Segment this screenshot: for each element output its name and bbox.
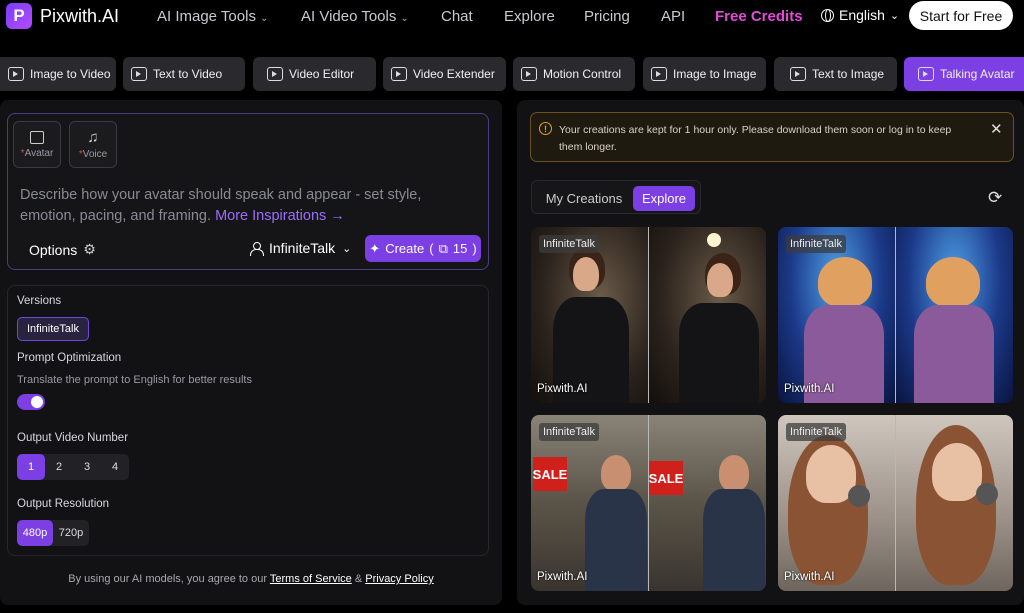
prompt-optimization-label: Prompt Optimization [17, 352, 122, 364]
tool-text-to-image[interactable]: Text to Image [774, 57, 897, 91]
privacy-link[interactable]: Privacy Policy [365, 573, 433, 585]
output-number-2[interactable]: 2 [45, 454, 73, 480]
avatar-upload-button[interactable]: *Avatar [13, 121, 61, 168]
image-add-icon [30, 130, 44, 144]
sparkle-icon: ✦ [369, 240, 381, 256]
motion-control-icon [521, 67, 537, 81]
options-button[interactable]: Options ⚙ [29, 241, 96, 258]
chevron-down-icon: ⌄ [400, 13, 409, 24]
chevron-down-icon: ⌄ [889, 9, 900, 22]
gallery-card-wine[interactable]: InfiniteTalk Pixwith.AI [531, 227, 766, 403]
video-editor-icon [267, 67, 283, 81]
video-extender-icon [391, 67, 407, 81]
resolution-480p[interactable]: 480p [17, 520, 53, 546]
prompt-optimization-desc: Translate the prompt to English for bett… [17, 374, 252, 386]
model-tag: InfiniteTalk [539, 423, 599, 441]
tool-text-to-video[interactable]: Text to Video [123, 57, 245, 91]
close-icon[interactable]: ✕ [990, 120, 1003, 138]
terms-link[interactable]: Terms of Service [270, 573, 352, 585]
tool-talking-avatar[interactable]: Talking Avatar [904, 57, 1024, 91]
sale-sign: SALE [533, 457, 567, 491]
output-number-3[interactable]: 3 [73, 454, 101, 480]
person-icon [250, 241, 264, 256]
resolution-720p[interactable]: 720p [53, 520, 89, 546]
language-selector[interactable]: English ⌄ [821, 7, 899, 23]
output-number-selector: 1 2 3 4 [17, 454, 129, 480]
gallery-card-singer[interactable]: InfiniteTalk Pixwith.AI [778, 415, 1013, 591]
text-image-icon [790, 67, 806, 81]
tab-explore[interactable]: Explore [633, 186, 695, 211]
tool-image-to-video[interactable]: Image to Video [0, 57, 116, 91]
logo-icon[interactable]: P [6, 3, 32, 29]
gallery-card-cat[interactable]: InfiniteTalk Pixwith.AI [778, 227, 1013, 403]
top-navigation: P Pixwith.AI AI Image Tools ⌄ AI Video To… [0, 0, 1024, 32]
gallery-card-sale[interactable]: SALE SALE InfiniteTalk Pixwith.AI [531, 415, 766, 591]
watermark: Pixwith.AI [784, 571, 835, 583]
model-tag: InfiniteTalk [786, 423, 846, 441]
nav-pricing[interactable]: Pricing [584, 8, 630, 25]
versions-label: Versions [17, 295, 62, 307]
watermark: Pixwith.AI [537, 383, 588, 395]
model-tag: InfiniteTalk [786, 235, 846, 253]
nav-api[interactable]: API [661, 8, 685, 25]
chevron-down-icon: ⌄ [342, 242, 352, 255]
tool-video-editor[interactable]: Video Editor [253, 57, 376, 91]
nav-chat[interactable]: Chat [441, 8, 473, 25]
warning-icon: ! [539, 122, 552, 135]
output-number-1[interactable]: 1 [17, 454, 45, 480]
language-label: English [839, 7, 885, 23]
more-inspirations-link[interactable]: More Inspirations → [215, 208, 345, 224]
tab-my-creations[interactable]: My Creations [538, 186, 630, 211]
notice-text: Your creations are kept for 1 hour only.… [559, 124, 952, 153]
watermark: Pixwith.AI [537, 571, 588, 583]
voice-upload-button[interactable]: ♫ *Voice [69, 121, 117, 168]
output-number-4[interactable]: 4 [101, 454, 129, 480]
globe-icon [821, 8, 834, 22]
app-name[interactable]: Pixwith.AI [40, 6, 119, 27]
image-image-icon [651, 67, 667, 81]
sale-sign: SALE [649, 461, 683, 495]
start-for-free-button[interactable]: Start for Free [909, 1, 1013, 30]
output-resolution-label: Output Resolution [17, 498, 110, 510]
output-number-label: Output Video Number [17, 432, 129, 444]
tool-video-extender[interactable]: Video Extender [383, 57, 506, 91]
music-note-icon: ♫ [87, 128, 99, 146]
prompt-input[interactable]: Describe how your avatar should speak an… [20, 185, 480, 227]
model-tag: InfiniteTalk [539, 235, 599, 253]
resolution-selector: 480p 720p [17, 520, 89, 546]
nav-ai-video-tools[interactable]: AI Video Tools ⌄ [301, 8, 409, 25]
text-video-icon [131, 67, 147, 81]
legal-notice: By using our AI models, you agree to our… [68, 573, 434, 585]
credit-icon: ⧉ [438, 240, 448, 256]
nav-explore[interactable]: Explore [504, 8, 555, 25]
talking-avatar-icon [918, 67, 934, 81]
image-video-icon [8, 67, 24, 81]
prompt-optimization-toggle[interactable] [17, 394, 45, 410]
model-selector[interactable]: InfiniteTalk ⌄ [250, 240, 351, 256]
chevron-down-icon: ⌄ [259, 13, 269, 24]
tool-image-to-image[interactable]: Image to Image [643, 57, 766, 91]
gear-icon: ⚙ [83, 241, 96, 257]
nav-free-credits[interactable]: Free Credits [715, 8, 803, 25]
version-chip[interactable]: InfiniteTalk [17, 317, 89, 341]
refresh-icon[interactable]: ⟳ [988, 188, 1002, 208]
create-button[interactable]: ✦ Create (⧉ 15) [365, 235, 481, 262]
watermark: Pixwith.AI [784, 383, 835, 395]
nav-ai-image-tools[interactable]: AI Image Tools ⌄ [157, 8, 268, 25]
tool-motion-control[interactable]: Motion Control [513, 57, 635, 91]
